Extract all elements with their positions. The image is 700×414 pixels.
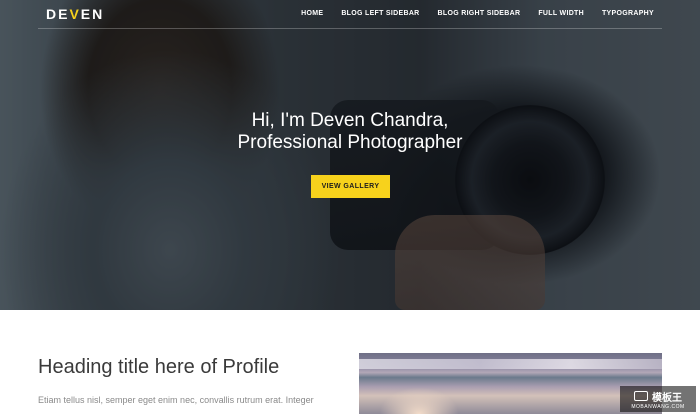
- hero-title-line1: Hi, I'm Deven Chandra,: [251, 110, 449, 131]
- hero-title-line2: Professional Photographer: [237, 132, 463, 153]
- logo-text-accent: V: [69, 6, 81, 22]
- site-watermark: 模板王 MOBANWANG.COM: [620, 386, 696, 412]
- logo-text-prefix: DE: [46, 6, 70, 22]
- nav-item-home[interactable]: HOME: [301, 10, 323, 17]
- profile-heading: Heading title here of Profile: [38, 356, 280, 378]
- nav-divider: [38, 28, 662, 29]
- nav-item-blog-left-sidebar[interactable]: BLOG LEFT SIDEBAR: [341, 10, 419, 17]
- watermark-top: 模板王: [634, 389, 682, 404]
- logo-text-suffix: EN: [80, 6, 105, 22]
- profile-image: [359, 353, 662, 414]
- view-gallery-button[interactable]: VIEW GALLERY: [311, 175, 390, 198]
- watermark-logo-icon: [634, 391, 648, 401]
- site-logo[interactable]: DEVEN: [46, 6, 104, 22]
- nav-item-typography[interactable]: TYPOGRAPHY: [602, 10, 654, 17]
- watermark-title: 模板王: [652, 392, 682, 404]
- main-nav: HOME BLOG LEFT SIDEBAR BLOG RIGHT SIDEBA…: [283, 10, 654, 17]
- watermark-subtitle: MOBANWANG.COM: [631, 403, 685, 410]
- profile-image-shore: [359, 359, 662, 369]
- hero-overlay: [0, 0, 700, 310]
- nav-item-full-width[interactable]: FULL WIDTH: [538, 10, 584, 17]
- profile-image-glare: [379, 387, 459, 414]
- hero-title: Hi, I'm Deven Chandra, Professional Phot…: [0, 110, 700, 154]
- nav-item-blog-right-sidebar[interactable]: BLOG RIGHT SIDEBAR: [438, 10, 521, 17]
- profile-text: Etiam tellus nisl, semper eget enim nec,…: [38, 395, 314, 405]
- hero-section: [0, 0, 700, 310]
